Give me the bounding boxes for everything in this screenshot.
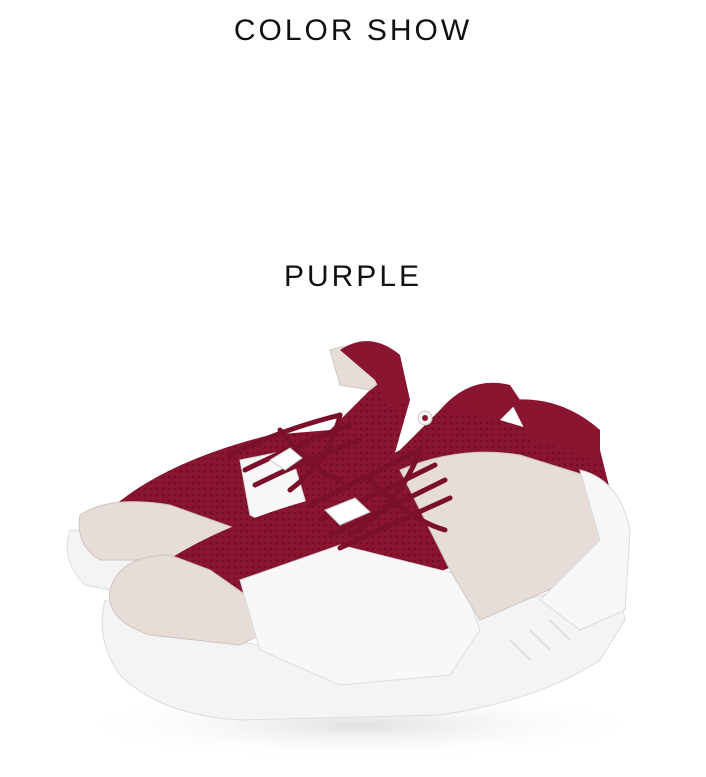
color-name-label: PURPLE xyxy=(283,260,423,293)
page-title: COLOR SHOW xyxy=(233,14,473,47)
product-photo xyxy=(66,341,650,760)
